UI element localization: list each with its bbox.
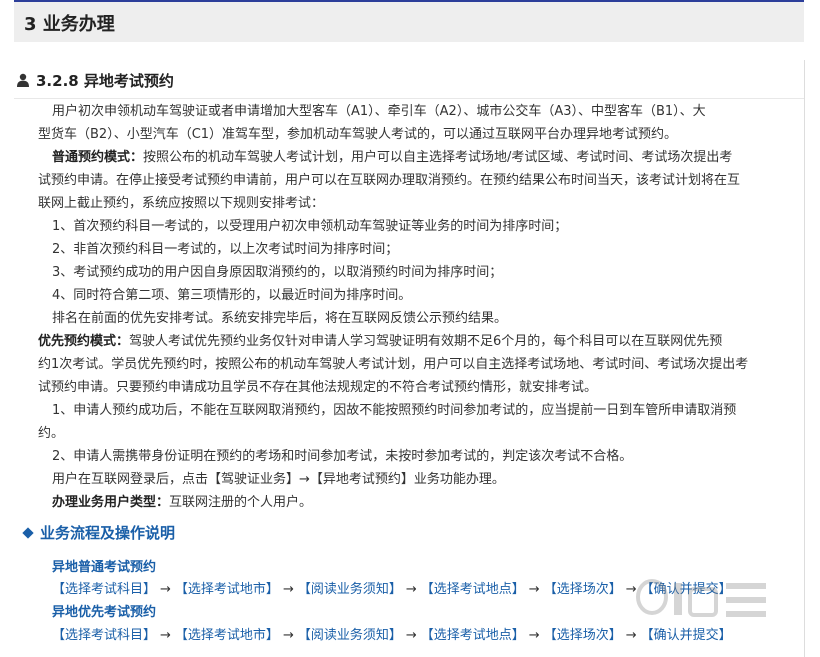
paragraph-intro-line-2: 型货车（B2）、小型汽车（C1）准驾车型，参加机动车驾驶人考试的，可以通过互联网… <box>38 127 678 142</box>
flow-step[interactable]: 【选择考试地市】 <box>175 628 279 643</box>
arrow-right-icon: → <box>282 582 294 597</box>
arrow-right-icon: → <box>160 628 171 643</box>
section-header: 3 业务办理 <box>14 0 804 42</box>
rule-item-3: 3、考试预约成功的用户因自身原因取消预约的，以取消预约时间为排序时间； <box>52 265 503 280</box>
priority-rule-1-line-1: 1、申请人预约成功后，不能在互联网取消预约，因故不能按照预约时间参加考试的，应当… <box>52 403 737 418</box>
priority-rule-1-line-2: 约。 <box>38 426 65 441</box>
paragraph-priority-line-2: 约1次考试。学员优先预约时，按照公布的机动车驾驶人考试计划，用户可以自主选择考试… <box>38 357 749 372</box>
normal-mode-label: 普通预约模式： <box>52 150 144 165</box>
rule-item-2: 2、非首次预约科目一考试的，以上次考试时间为排序时间； <box>52 242 399 257</box>
flow-step[interactable]: 【选择场次】 <box>544 628 622 643</box>
flow-step[interactable]: 【阅读业务须知】 <box>298 582 402 597</box>
flow-step[interactable]: 【选择考试地点】 <box>421 582 525 597</box>
flow-step[interactable]: 【阅读业务须知】 <box>298 628 402 643</box>
priority-mode-text: 驾驶人考试优先预约业务仅针对申请人学习驾驶证明有效期不足6个月的，每个科目可以在… <box>129 334 723 349</box>
flow-step[interactable]: 【选择考试地点】 <box>421 628 525 643</box>
user-type-line: 办理业务用户类型：互联网注册的个人用户。 <box>52 491 792 514</box>
arrow-right-icon: → <box>528 582 540 597</box>
arrow-right-icon: → <box>160 582 171 597</box>
flow-priority-title: 异地优先考试预约 <box>52 605 157 620</box>
flow-step[interactable]: 【选择考试科目】 <box>52 582 156 597</box>
diamond-icon <box>22 526 34 539</box>
rule-item-4: 4、同时符合第二项、第三项情形的，以最近时间为排序时间。 <box>52 288 412 303</box>
user-type-label: 办理业务用户类型： <box>52 495 170 510</box>
paragraph-priority-line-3: 试预约申请。只要预约申请成功且学员不存在其他法规规定的不符合考试预约情形，就安排… <box>38 380 598 395</box>
flow-step[interactable]: 【选择考试地市】 <box>175 582 279 597</box>
paragraph-normal-line-1: 普通预约模式：按照公布的机动车驾驶人考试计划，用户可以自主选择考试场地/考试区域… <box>52 146 792 169</box>
priority-rule-2: 2、申请人需携带身份证明在预约的考场和时间参加考试，未按时参加考试的，判定该次考… <box>52 449 633 464</box>
arrow-right-icon: → <box>528 628 540 643</box>
login-instruction: 用户在互联网登录后，点击【驾驶证业务】→【异地考试预约】业务功能办理。 <box>52 472 505 487</box>
subsection-title: 3.2.8 异地考试预约 <box>16 67 174 93</box>
divider <box>14 98 804 99</box>
flow-normal-title: 异地普通考试预约 <box>52 560 157 575</box>
watermark-logo-icon <box>636 579 766 617</box>
flow-step[interactable]: 【选择场次】 <box>544 582 622 597</box>
section-title: 3 业务办理 <box>24 14 115 35</box>
flow-step[interactable]: 【选择考试科目】 <box>52 628 156 643</box>
normal-mode-text: 按照公布的机动车驾驶人考试计划，用户可以自主选择考试场地/考试区域、考试时间、考… <box>143 150 733 165</box>
user-type-text: 互联网注册的个人用户。 <box>169 495 313 510</box>
user-icon <box>17 73 29 87</box>
arrow-right-icon: → <box>282 628 294 643</box>
paragraph-intro-line-1: 用户初次申领机动车驾驶证或者申请增加大型客车（A1）、牵引车（A2）、城市公交车… <box>52 104 706 119</box>
flow-section-title-text: 业务流程及操作说明 <box>40 524 176 542</box>
flow-section-title: 业务流程及操作说明 <box>22 522 176 543</box>
rule-summary: 排名在前面的优先安排考试。系统安排完毕后，将在互联网反馈公示预约结果。 <box>52 311 508 326</box>
paragraph-normal-line-3: 联网上截止预约，系统应按照以下规则安排考试： <box>38 196 325 211</box>
priority-mode-label: 优先预约模式： <box>38 334 130 349</box>
rule-item-1: 1、首次预约科目一考试的，以受理用户初次申领机动车驾驶证等业务的时间为排序时间； <box>52 219 568 234</box>
subsection-title-text: 3.2.8 异地考试预约 <box>36 71 174 90</box>
paragraph-priority-line-1: 优先预约模式：驾驶人考试优先预约业务仅针对申请人学习驾驶证明有效期不足6个月的，… <box>38 330 778 353</box>
arrow-right-icon: → <box>405 582 417 597</box>
paragraph-normal-line-2: 试预约申请。在停止接受考试预约申请前，用户可以在互联网办理取消预约。在预约结果公… <box>38 173 741 188</box>
arrow-right-icon: → <box>405 628 417 643</box>
content-area: 3.2.8 异地考试预约 用户初次申领机动车驾驶证或者申请增加大型客车（A1）、… <box>14 60 805 657</box>
